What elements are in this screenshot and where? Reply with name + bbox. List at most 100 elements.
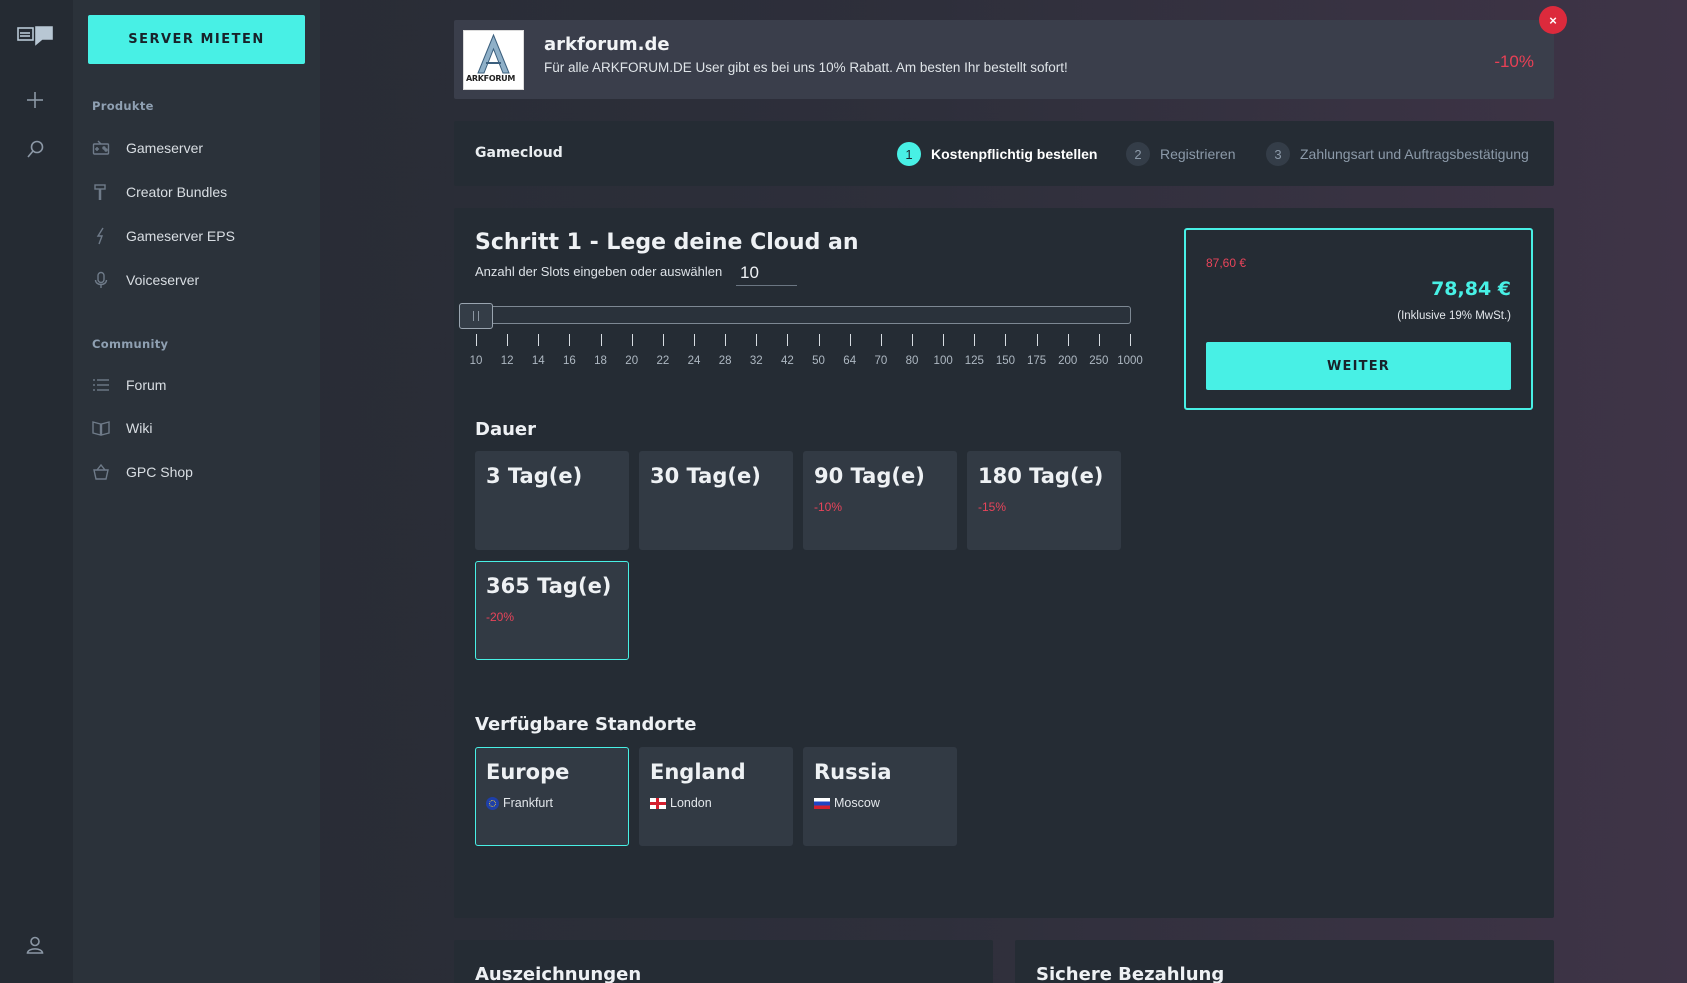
step-registrieren[interactable]: 2 Registrieren xyxy=(1126,142,1235,166)
sidebar-item-wiki[interactable]: Wiki xyxy=(92,416,152,440)
awards-card: Auszeichnungen xyxy=(454,940,993,983)
slider-tick-label: 1000 xyxy=(1117,355,1143,367)
search-icon[interactable] xyxy=(16,133,54,165)
slider-tick xyxy=(1005,334,1007,346)
slider-tick xyxy=(694,334,695,346)
slider-tick xyxy=(662,334,664,346)
promo-discount: -10% xyxy=(1494,52,1534,71)
slots-slider-track[interactable] xyxy=(475,306,1131,324)
slider-tick xyxy=(912,334,913,346)
slider-tick-label: 250 xyxy=(1089,355,1109,367)
slider-tick-label: 24 xyxy=(687,355,701,367)
duration-heading: Dauer xyxy=(475,419,536,440)
slider-tick-label: 200 xyxy=(1058,355,1078,367)
slots-label: Anzahl der Slots eingeben oder auswählen xyxy=(475,264,723,279)
duration-label: 180 Tag(e) xyxy=(978,464,1104,488)
slots-slider-handle[interactable] xyxy=(459,303,493,329)
slider-tick xyxy=(756,334,758,346)
location-city: Moscow xyxy=(834,796,880,810)
location-city-row: London xyxy=(650,796,712,810)
step-zahlungsart[interactable]: 3 Zahlungsart und Auftragsbestätigung xyxy=(1266,142,1529,166)
order-steps: Gamecloud 1 Kostenpflichtig bestellen 2 … xyxy=(454,121,1554,186)
close-promo-button[interactable]: × xyxy=(1539,6,1567,34)
duration-option-180[interactable]: 180 Tag(e) -15% xyxy=(967,451,1121,550)
eu-flag-icon xyxy=(486,796,499,810)
location-option-england[interactable]: England London xyxy=(639,747,793,846)
duration-option-30[interactable]: 30 Tag(e) xyxy=(639,451,793,550)
slider-tick xyxy=(943,334,945,346)
slider-tick-label: 16 xyxy=(563,355,576,367)
user-icon[interactable] xyxy=(16,929,54,961)
microphone-icon xyxy=(92,271,110,289)
russia-flag-icon xyxy=(814,797,830,809)
slider-tick xyxy=(631,334,633,346)
slider-tick-label: 100 xyxy=(933,355,953,367)
sidebar-item-gpc-shop[interactable]: GPC Shop xyxy=(92,460,193,484)
slider-tick-label: 10 xyxy=(469,355,483,367)
slider-tick xyxy=(1098,334,1100,346)
slider-tick-label: 42 xyxy=(781,355,794,367)
location-region: England xyxy=(650,760,746,784)
slider-tick-label: 80 xyxy=(905,355,919,367)
sidebar-item-label: Gameserver EPS xyxy=(126,228,235,244)
list-icon xyxy=(92,376,110,394)
slider-tick xyxy=(880,334,882,346)
locations-heading: Verfügbare Standorte xyxy=(475,714,697,735)
slider-tick-label: 175 xyxy=(1026,355,1047,367)
section-label-produkte: Produkte xyxy=(92,99,154,113)
logo-icon[interactable] xyxy=(16,20,54,52)
slider-tick xyxy=(1036,334,1038,346)
location-region: Europe xyxy=(486,760,570,784)
slider-tick xyxy=(600,334,602,346)
slider-tick xyxy=(818,334,820,346)
slider-tick xyxy=(569,334,571,346)
duration-label: 365 Tag(e) xyxy=(486,574,612,598)
slider-tick xyxy=(538,334,540,346)
lightning-icon xyxy=(92,227,110,245)
weiter-button[interactable]: WEITER xyxy=(1206,342,1511,390)
duration-option-365[interactable]: 365 Tag(e) -20% xyxy=(475,561,629,660)
sidebar-item-gameserver[interactable]: Gameserver xyxy=(92,136,203,160)
slider-tick xyxy=(725,334,727,346)
sidebar-item-gameserver-eps[interactable]: Gameserver EPS xyxy=(92,224,235,248)
sidebar-item-voiceserver[interactable]: Voiceserver xyxy=(92,268,199,292)
cloud-config-card: Schritt 1 - Lege deine Cloud an Anzahl d… xyxy=(454,208,1554,918)
promo-text: Für alle ARKFORUM.DE User gibt es bei un… xyxy=(544,60,1068,75)
slider-tick-label: 125 xyxy=(964,355,984,367)
slider-tick-label: 14 xyxy=(531,355,545,367)
sidebar: SERVER MIETEN Produkte Gameserver Creato… xyxy=(73,0,320,983)
awards-title: Auszeichnungen xyxy=(475,964,642,983)
logo-text: ARKFORUM xyxy=(466,74,516,83)
slider-tick xyxy=(507,334,509,346)
step-number: 3 xyxy=(1266,142,1290,166)
step-kostenpflichtig-bestellen[interactable]: 1 Kostenpflichtig bestellen xyxy=(897,142,1097,166)
duration-label: 90 Tag(e) xyxy=(814,464,925,488)
slots-input[interactable] xyxy=(736,260,797,286)
sidebar-item-forum[interactable]: Forum xyxy=(92,373,166,397)
duration-discount: -15% xyxy=(978,500,1007,514)
step-label: Registrieren xyxy=(1160,146,1236,162)
plus-icon[interactable] xyxy=(16,84,54,116)
hammer-icon xyxy=(92,183,110,201)
step-number: 2 xyxy=(1126,142,1150,166)
duration-option-90[interactable]: 90 Tag(e) -10% xyxy=(803,451,957,550)
slider-tick-label: 28 xyxy=(718,355,732,367)
slider-tick-label: 18 xyxy=(594,355,607,367)
location-city-row: Moscow xyxy=(814,796,880,810)
duration-label: 30 Tag(e) xyxy=(650,464,761,488)
promo-title: arkforum.de xyxy=(544,34,670,55)
sidebar-item-label: Creator Bundles xyxy=(126,184,228,200)
step-number: 1 xyxy=(897,142,921,166)
icon-rail xyxy=(0,0,73,983)
slider-tick-label: 70 xyxy=(874,355,888,367)
sidebar-item-creator-bundles[interactable]: Creator Bundles xyxy=(92,180,227,204)
slider-tick xyxy=(849,334,851,346)
sidebar-item-label: GPC Shop xyxy=(126,464,193,480)
server-mieten-button[interactable]: SERVER MIETEN xyxy=(88,15,305,64)
duration-option-3[interactable]: 3 Tag(e) xyxy=(475,451,629,550)
sidebar-item-label: Gameserver xyxy=(126,140,204,156)
location-option-europe[interactable]: Europe Frankfurt xyxy=(475,747,629,846)
sidebar-item-label: Wiki xyxy=(126,420,153,436)
payment-title: Sichere Bezahlung xyxy=(1036,964,1225,983)
location-option-russia[interactable]: Russia Moscow xyxy=(803,747,957,846)
